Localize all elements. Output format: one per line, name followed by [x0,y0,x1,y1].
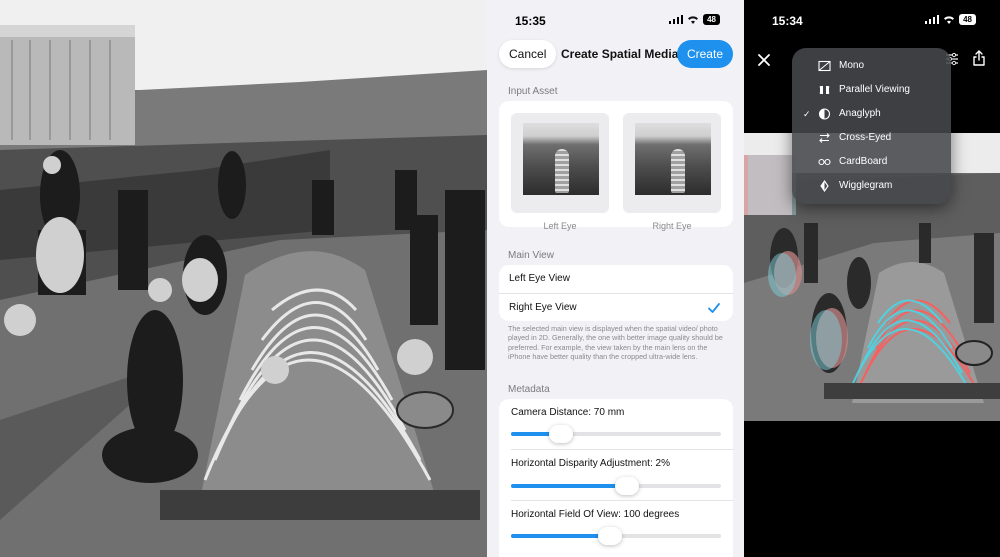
menu-item-label: Cross-Eyed [839,132,892,143]
battery-level: 48 [707,15,716,24]
menu-item-label: Wigglegram [839,180,893,191]
fov-label: Horizontal Field Of View: 100 degrees [511,509,680,520]
menu-item-anaglyph[interactable]: ✓ Anaglyph [792,102,951,126]
main-view-option-label: Left Eye View [509,273,570,284]
menu-item-wigglegram[interactable]: Wigglegram [792,174,951,198]
wifi-icon [944,16,955,24]
disparity-label: Horizontal Disparity Adjustment: 2% [511,458,670,469]
wigglegram-icon [820,180,829,192]
slider-fill [511,534,610,538]
left-eye-image [523,123,599,195]
menu-item-cross-eyed[interactable]: Cross-Eyed [792,126,951,150]
create-spatial-media-screen: 15:35 48 Cancel Create Spatial Media Cre… [487,0,744,557]
status-time: 15:34 [772,14,803,28]
main-view-option-label: Right Eye View [509,302,577,313]
menu-item-label: Parallel Viewing [839,84,910,95]
cellular-signal-icon [668,15,684,24]
menu-item-label: Mono [839,60,865,71]
cardboard-icon [818,158,831,166]
main-view-header: Main View [508,250,554,261]
metadata-header: Metadata [508,384,550,395]
input-asset-header: Input Asset [508,86,558,97]
camera-distance-slider[interactable] [511,425,721,443]
photo-scene [0,0,487,557]
historic-photo [0,0,487,557]
share-icon[interactable] [972,50,986,66]
main-view-footnote: The selected main view is displayed when… [508,324,723,362]
checkmark-icon [708,303,720,313]
battery-level: 48 [963,15,972,24]
left-eye-thumbnail[interactable]: Left Eye [511,113,609,231]
cross-eyed-icon [819,133,830,143]
slider-knob[interactable] [614,477,639,495]
battery-icon: 48 [959,14,976,25]
divider [511,500,733,501]
menu-item-label: Anaglyph [839,108,881,119]
view-mode-menu: Mono Parallel Viewing ✓ Anaglyph Cross-E… [792,48,951,204]
create-button[interactable]: Create [676,40,733,68]
parallel-icon [819,86,830,94]
status-bar: 15:34 48 [744,0,1000,40]
disparity-slider[interactable] [511,477,721,495]
right-eye-image [635,123,711,195]
nav-bar: Cancel Create Spatial Media Create [487,38,744,70]
anaglyph-icon [818,108,831,120]
cancel-button[interactable]: Cancel [499,40,557,68]
slider-knob[interactable] [597,527,622,545]
menu-item-mono[interactable]: Mono [792,54,951,78]
battery-icon: 48 [703,14,720,25]
right-eye-label: Right Eye [652,221,692,231]
checkmark-icon: ✓ [803,109,811,119]
camera-distance-label: Camera Distance: 70 mm [511,407,625,418]
close-icon[interactable] [756,52,772,68]
left-eye-label: Left Eye [543,221,577,231]
main-view-option-right[interactable]: Right Eye View [499,293,733,321]
menu-item-cardboard[interactable]: CardBoard [792,150,951,174]
slider-fill [511,484,627,488]
cellular-signal-icon [924,15,940,24]
wifi-icon [688,16,699,24]
mono-icon [818,60,831,72]
metadata-card: Camera Distance: 70 mm Horizontal Dispar… [499,399,733,557]
divider [511,449,733,450]
main-view-option-left[interactable]: Left Eye View [499,265,733,293]
right-eye-thumbnail[interactable]: Right Eye [623,113,721,231]
menu-item-label: CardBoard [839,156,888,167]
status-bar: 15:35 48 [487,0,744,40]
menu-item-parallel-viewing[interactable]: Parallel Viewing [792,78,951,102]
fov-slider[interactable] [511,527,721,545]
main-view-card: Left Eye View Right Eye View [499,265,733,321]
input-asset-card: Left Eye Right Eye [499,101,733,231]
page-title: Create Spatial Media [561,47,679,61]
slider-knob[interactable] [549,425,574,443]
anaglyph-viewer-screen: 15:34 48 Mono Parallel Viewing ✓ Anaglyp… [744,0,1000,557]
status-time: 15:35 [515,14,546,28]
